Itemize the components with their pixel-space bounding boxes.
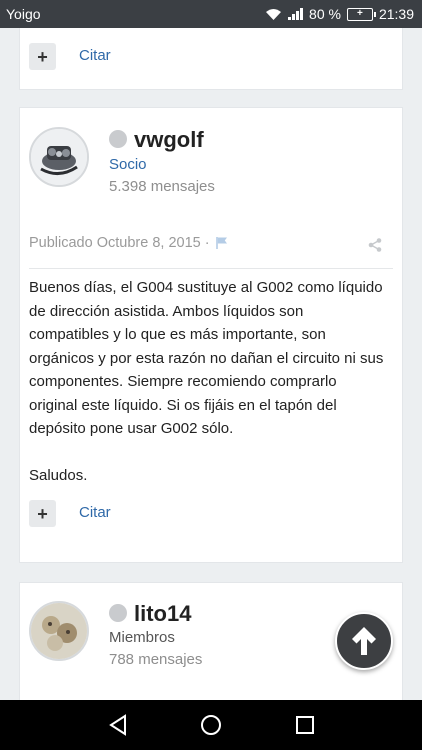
carrier-name: Yoigo — [6, 6, 41, 22]
username[interactable]: lito14 — [134, 601, 191, 627]
flag-icon[interactable] — [215, 236, 229, 250]
multiquote-button[interactable]: + — [29, 500, 56, 527]
post-card: vwgolf Socio 5.398 mensajes Publicado Oc… — [19, 107, 403, 563]
offline-status-dot — [109, 604, 127, 622]
quote-link[interactable]: Citar — [79, 47, 111, 64]
arrow-up-icon — [352, 627, 376, 655]
battery-percent: 80 % — [309, 6, 341, 22]
share-icon[interactable] — [368, 238, 382, 252]
topic-page[interactable]: + Citar vwgolf Socio 5.398 mensajes Publ… — [0, 28, 422, 700]
avatar-image — [31, 129, 87, 185]
post-date-line: Publicado Octubre 8, 2015 · — [29, 235, 229, 251]
back-triangle-icon[interactable] — [106, 713, 130, 737]
avatar-image — [31, 603, 87, 659]
post-paragraph: Saludos. — [29, 467, 88, 484]
android-nav-bar — [0, 700, 422, 750]
multiquote-button[interactable]: + — [29, 43, 56, 70]
username[interactable]: vwgolf — [134, 127, 204, 153]
avatar[interactable] — [29, 601, 89, 661]
quote-link[interactable]: Citar — [79, 504, 111, 521]
scroll-to-top-button[interactable] — [335, 612, 393, 670]
post-body: Buenos días, el G004 sustituye al G002 c… — [29, 276, 384, 488]
recent-square-icon[interactable] — [293, 713, 317, 737]
post-count: 788 mensajes — [109, 651, 203, 668]
signal-icon — [288, 8, 304, 20]
previous-post-card: + Citar — [19, 28, 403, 90]
user-role: Socio — [109, 156, 147, 173]
post-date[interactable]: Publicado Octubre 8, 2015 · — [29, 235, 210, 251]
wifi-icon — [266, 8, 282, 20]
user-role: Miembros — [109, 629, 175, 646]
battery-charging-icon: + — [346, 7, 376, 21]
home-circle-icon[interactable] — [199, 713, 223, 737]
avatar[interactable] — [29, 127, 89, 187]
status-bar: Yoigo 80 % + 21:39 — [0, 0, 422, 28]
post-count: 5.398 mensajes — [109, 178, 215, 195]
status-icons: 80 % + 21:39 — [265, 6, 414, 22]
offline-status-dot — [109, 130, 127, 148]
clock-time: 21:39 — [378, 6, 414, 22]
post-paragraph: Buenos días, el G004 sustituye al G002 c… — [29, 279, 384, 437]
post-divider — [29, 268, 393, 269]
